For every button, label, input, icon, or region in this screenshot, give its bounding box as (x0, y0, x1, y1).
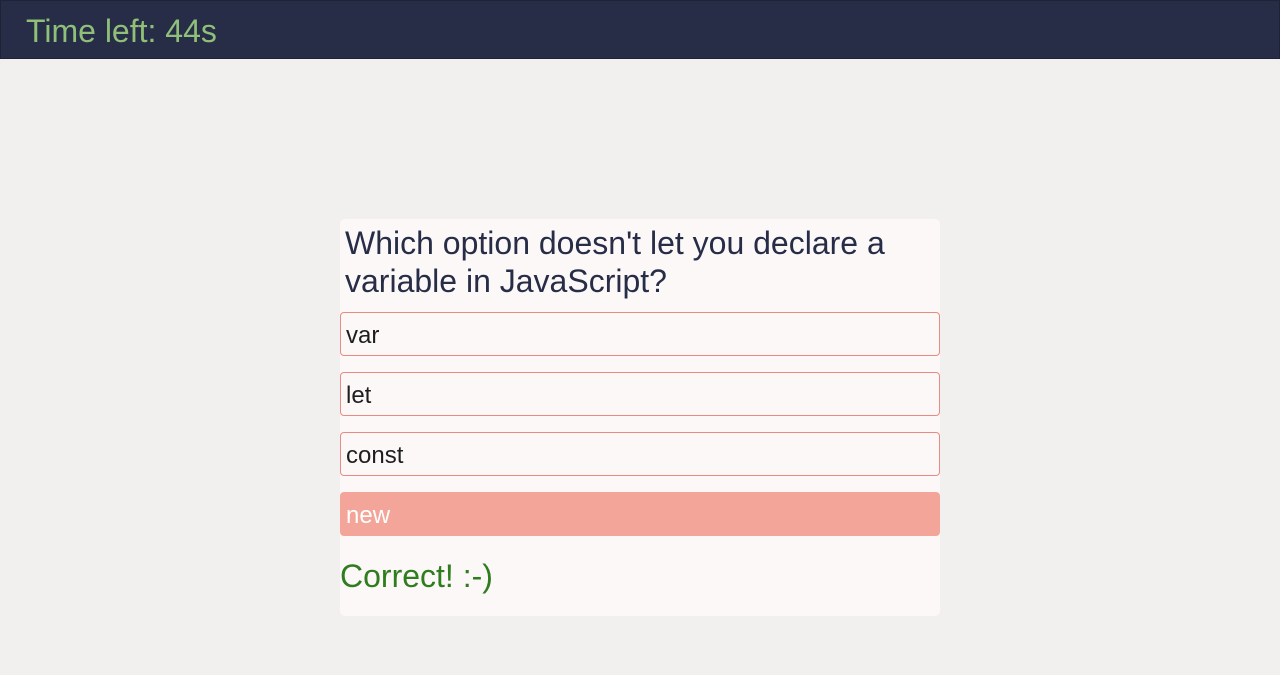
answer-option-const[interactable]: const (340, 432, 940, 476)
answer-option-let[interactable]: let (340, 372, 940, 416)
answer-option-label: new (346, 502, 391, 529)
answer-option-label: const (346, 442, 404, 469)
answer-option-new[interactable]: new (340, 492, 940, 536)
quiz-card: Which option doesn't let you declare a v… (340, 219, 940, 616)
top-bar: Time left: 44s (0, 0, 1280, 59)
answer-option-label: let (346, 382, 372, 409)
answer-option-label: var (346, 322, 380, 349)
question-text: Which option doesn't let you declare a v… (345, 225, 885, 299)
result-message: Correct! :-) (340, 558, 493, 594)
answer-option-var[interactable]: var (340, 312, 940, 356)
timer-text: Time left: 44s (26, 13, 217, 49)
